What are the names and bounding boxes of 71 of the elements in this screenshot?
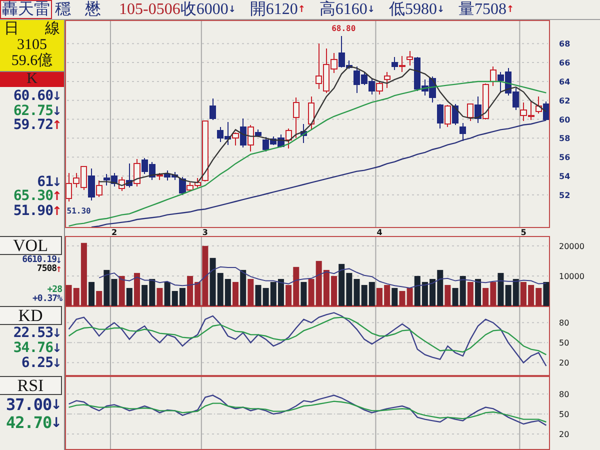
quote-value: 低5980 xyxy=(388,0,437,20)
stock-name: 轟天雷 xyxy=(0,0,52,19)
quote-value: 量7508 xyxy=(458,0,507,20)
axis-label: 80 xyxy=(559,318,570,328)
trend-arrow-icon: ↑ xyxy=(52,204,62,218)
axis-label: 52 xyxy=(559,190,570,200)
axis-label: 56 xyxy=(559,153,570,162)
indicator-value: 51.90 xyxy=(13,204,54,218)
indicator-label: VOL xyxy=(0,236,62,255)
trend-arrow-icon: ↓ xyxy=(367,4,375,14)
period-label: 日 xyxy=(4,21,19,37)
date-label: 3 xyxy=(202,228,208,236)
turnover-amount: 59.6億 xyxy=(11,53,53,69)
indicator-value: +0.37% xyxy=(32,295,62,304)
axis-label: 10000 xyxy=(559,272,584,281)
indicator-value: 59.72 xyxy=(13,118,54,132)
quote-value: 開6120 xyxy=(250,0,298,20)
axis-label: 60 xyxy=(559,115,570,124)
trend-arrow-icon: ↑ xyxy=(506,4,514,14)
date-text: 105-0506 xyxy=(119,0,180,18)
indicator-value: 62.75 xyxy=(13,104,54,118)
indicator-label: K xyxy=(0,71,64,87)
indicator-value: 6610.19 xyxy=(22,256,57,265)
price-label: 51.30 xyxy=(66,206,91,216)
axis-label: 20000 xyxy=(559,242,584,251)
axis-label: 54 xyxy=(559,172,570,181)
axis-label: 20 xyxy=(559,430,570,439)
trend-arrow-icon: ↓ xyxy=(52,174,62,189)
trend-arrow-icon: ↓ xyxy=(436,4,445,14)
trend-arrow-icon: ↓ xyxy=(52,356,62,371)
trend-arrow-icon: ↓ xyxy=(50,396,62,414)
stock-tag: 穩 xyxy=(55,0,71,20)
trend-arrow-icon: ↓ xyxy=(52,341,62,356)
trend-arrow-icon: ↓ xyxy=(52,89,62,104)
axis-label: 66 xyxy=(559,58,570,68)
indicator-value: 61 xyxy=(37,174,54,189)
indicator-value: 37.00 xyxy=(6,396,52,414)
indicator-value: 42.70 xyxy=(6,414,52,432)
axis-label: 50 xyxy=(559,410,570,419)
trend-arrow-icon: ↓ xyxy=(52,326,62,341)
axis-label: 20 xyxy=(559,358,570,368)
trend-arrow-icon: ↑ xyxy=(52,118,62,132)
indicator-label: RSI xyxy=(0,376,62,395)
trend-arrow-icon: ↓ xyxy=(52,104,62,118)
axis-label: 80 xyxy=(559,390,570,399)
axis-label: 62 xyxy=(559,96,570,106)
trend-arrow-icon: ↑ xyxy=(298,4,306,14)
axis-label: 64 xyxy=(559,77,570,86)
axis-label: 50 xyxy=(559,338,570,348)
quote-value: 高6160 xyxy=(319,0,368,20)
axis-label: 58 xyxy=(559,134,570,144)
indicator-value: 60.60 xyxy=(13,89,54,104)
indicator-value: 34.76 xyxy=(13,341,54,356)
trend-arrow-icon: ↑ xyxy=(52,189,62,204)
indicator-value: 7508 xyxy=(36,265,57,274)
indicator-value: +28 xyxy=(47,286,62,295)
trend-arrow-icon: ↓ xyxy=(228,4,236,14)
period-label: 線 xyxy=(45,21,60,37)
indicator-value: 65.30 xyxy=(13,189,54,204)
date-label: 5 xyxy=(520,228,526,236)
axis-label: 68 xyxy=(559,40,570,49)
trend-arrow-icon: ↓ xyxy=(50,414,62,432)
indicator-value: 22.53 xyxy=(13,326,54,341)
stock-tag: 懋 xyxy=(85,0,101,20)
price-label: 68.80 xyxy=(332,24,356,34)
quote-value: 收6000 xyxy=(180,0,228,20)
stock-code: 3105 xyxy=(17,37,47,53)
date-label: 2 xyxy=(111,228,118,236)
indicator-value: 6.25 xyxy=(21,356,54,371)
indicator-label: KD xyxy=(0,306,62,325)
date-label: 4 xyxy=(376,228,382,236)
